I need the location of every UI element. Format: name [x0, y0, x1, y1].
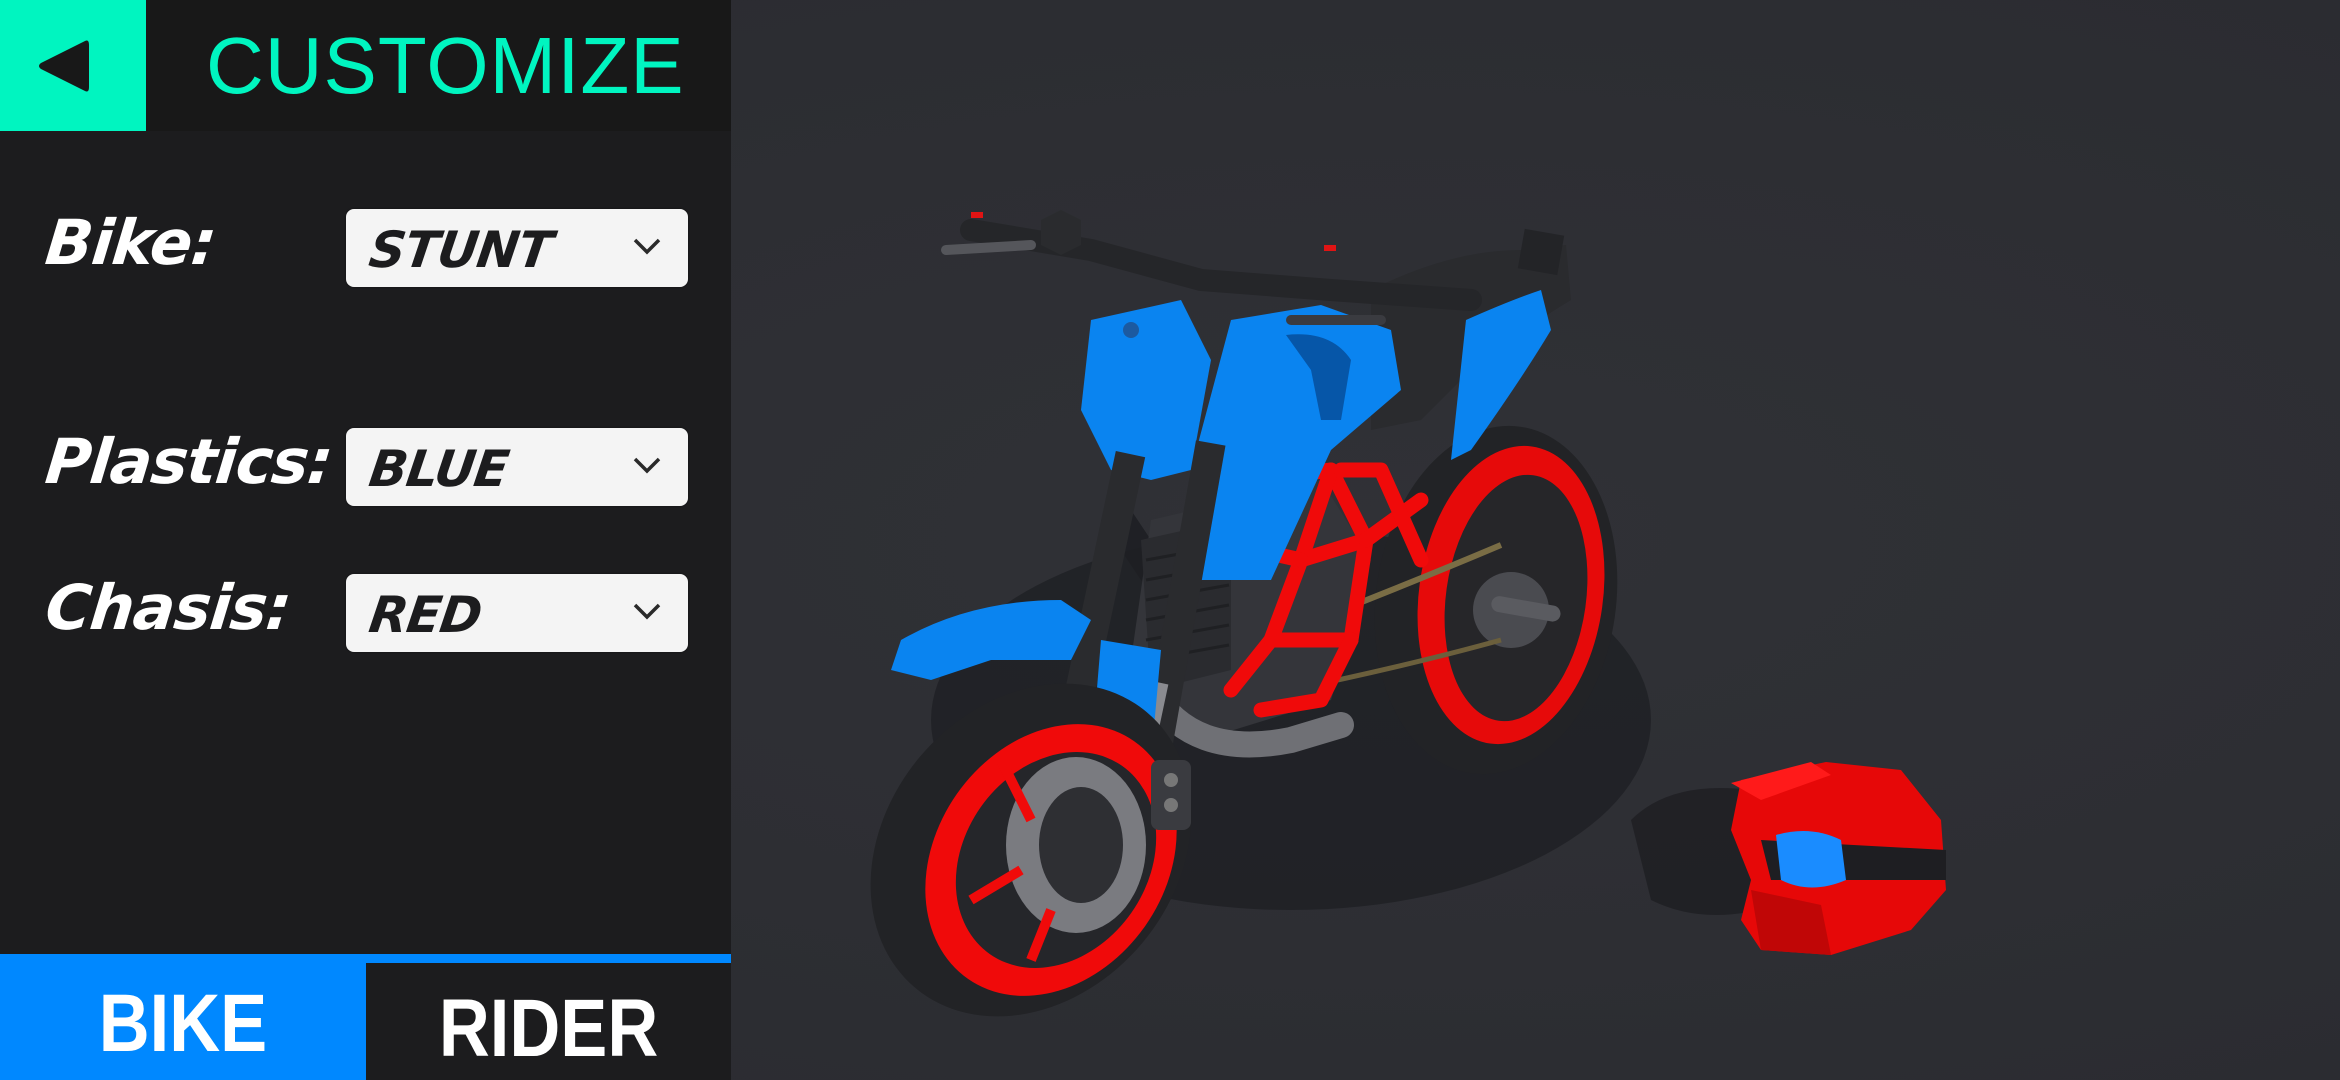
grip-light-right [1324, 245, 1336, 251]
header-bar: CUSTOMIZE [0, 0, 731, 131]
tab-rider-label: RIDER [438, 982, 659, 1074]
shroud-hole [1123, 322, 1139, 338]
tail-light [1517, 228, 1565, 276]
bike-type-value: STUNT [365, 221, 556, 279]
tab-rider[interactable]: RIDER [366, 963, 731, 1080]
plastics-color-value: BLUE [365, 440, 512, 498]
chasis-color-dropdown[interactable]: RED [346, 574, 688, 652]
clutch-lever [941, 240, 1036, 255]
customize-panel: CUSTOMIZE Bike: STUNT Plastics: BLUE Cha… [0, 0, 731, 1080]
bike-label: Bike: [42, 206, 220, 279]
back-button[interactable] [0, 0, 146, 131]
bike-type-dropdown[interactable]: STUNT [346, 209, 688, 287]
bike-preview-viewport[interactable] [731, 0, 2340, 1080]
customize-screen: CUSTOMIZE Bike: STUNT Plastics: BLUE Cha… [0, 0, 2340, 1080]
chevron-down-icon [633, 238, 661, 255]
grip-light-left [971, 212, 983, 218]
brake-caliper [1151, 760, 1191, 830]
helmet [1731, 762, 1946, 955]
chevron-down-icon [633, 603, 661, 620]
chasis-color-value: RED [365, 586, 485, 644]
tank-shroud-left [1081, 300, 1211, 480]
chasis-label: Chasis: [42, 571, 295, 644]
tab-bike[interactable]: BIKE [0, 954, 366, 1080]
back-triangle-icon [39, 40, 89, 91]
chevron-down-icon [633, 457, 661, 474]
page-title: CUSTOMIZE [206, 21, 685, 110]
tab-bike-label: BIKE [98, 978, 268, 1069]
plastics-color-dropdown[interactable]: BLUE [346, 428, 688, 506]
helmet-goggle-lens [1776, 831, 1846, 888]
bike-3d-model [870, 210, 1946, 1017]
plastics-label: Plastics: [42, 425, 336, 498]
